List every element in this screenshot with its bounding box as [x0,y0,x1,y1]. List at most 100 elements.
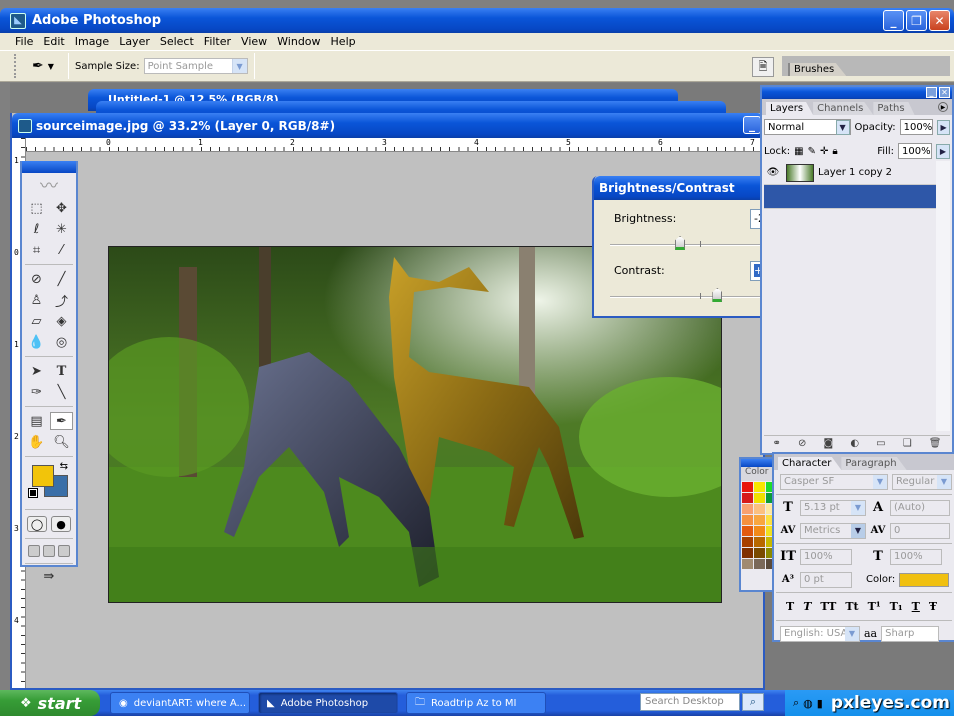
faux-italic-button[interactable]: T [803,600,811,613]
swatches-title-bar[interactable] [741,459,775,467]
panel-menu-icon[interactable]: ▶ [938,102,948,112]
quick-mask-button[interactable]: ● [51,516,71,532]
tracking-select[interactable]: 0 [890,522,950,539]
dodge-tool-icon[interactable]: ◎ [50,333,73,351]
brightness-slider-thumb[interactable] [675,236,686,250]
tab-character[interactable]: Character [778,457,842,470]
color-swatch[interactable] [754,504,765,514]
standard-mode-button[interactable]: ◯ [27,516,47,532]
default-colors-icon[interactable] [28,488,38,498]
healing-brush-tool-icon[interactable]: ⊘ [25,270,48,288]
color-swatch[interactable] [754,515,765,525]
trash-icon[interactable]: 🗑︎ [929,438,942,449]
layers-panel-title-bar[interactable]: _ ✕ [762,87,952,99]
menu-select[interactable]: Select [155,35,199,48]
document-title-bar[interactable]: sourceimage.jpg @ 33.2% (Layer 0, RGB/8#… [12,113,763,138]
standard-screen-mode-button[interactable] [28,545,40,557]
taskbar-item-folder[interactable]: 🗀 Roadtrip Az to MI [406,692,546,714]
tab-paths[interactable]: Paths [873,102,915,115]
paint-bucket-tool-icon[interactable]: ◈ [50,312,73,330]
horizontal-ruler[interactable]: 0 1 2 3 4 5 6 7 [26,138,763,152]
menu-file[interactable]: File [10,35,38,48]
blend-mode-select[interactable]: Normal ▼ [764,119,851,135]
small-caps-button[interactable]: Tt [845,600,858,613]
antialias-select[interactable]: Sharp [881,625,940,642]
options-bar-grip[interactable] [14,54,18,78]
sample-size-select[interactable]: Point Sample ▼ [143,58,248,74]
color-swatch[interactable] [754,559,765,569]
clone-stamp-tool-icon[interactable]: ♙ [25,291,48,309]
slice-tool-icon[interactable]: ⁄ [50,241,73,259]
full-screen-mode-button[interactable] [58,545,70,557]
layer-row-selected[interactable] [764,185,938,209]
font-family-select[interactable]: Casper SF ▼ [780,473,888,490]
eraser-tool-icon[interactable]: ▱ [25,312,48,330]
history-brush-tool-icon[interactable]: ⤴ [50,291,73,310]
layer-style-icon[interactable]: ⊘ [798,438,806,449]
search-icon[interactable]: ⌕ [742,693,764,711]
lock-transparency-icon[interactable]: ▦ [794,146,803,157]
menu-filter[interactable]: Filter [199,35,236,48]
start-button[interactable]: ❖ start [0,690,100,716]
tab-paragraph[interactable]: Paragraph [841,457,907,470]
panel-close-button[interactable]: ✕ [939,87,950,98]
color-swatch[interactable] [754,548,765,558]
lock-image-icon[interactable]: ✎ [808,146,816,157]
taskbar-item-browser[interactable]: ◉ deviantART: where A... [110,692,250,714]
adjustment-layer-icon[interactable]: ◐ [850,438,859,449]
file-browser-button[interactable]: 🗎 [752,57,774,77]
hand-tool-icon[interactable]: ✋ [25,433,48,451]
color-swatch[interactable] [754,482,765,492]
language-select[interactable]: English: USA ▼ [780,625,860,642]
text-color-swatch[interactable] [899,572,950,587]
superscript-button[interactable]: T¹ [868,600,881,613]
color-swatch[interactable] [742,559,753,569]
color-swatch[interactable] [742,493,753,503]
restore-button[interactable]: ❐ [906,10,927,31]
line-tool-icon[interactable]: ╲ [50,383,73,401]
minimize-button[interactable]: _ [883,10,904,31]
taskbar-item-photoshop[interactable]: ◣ Adobe Photoshop [258,692,398,714]
all-caps-button[interactable]: TT [820,600,836,613]
brush-tool-icon[interactable]: ╱ [50,270,73,288]
panel-minimize-button[interactable]: _ [926,87,937,98]
notes-tool-icon[interactable]: ▤ [25,412,48,430]
menu-image[interactable]: Image [70,35,114,48]
link-layers-icon[interactable]: ⚭ [773,438,781,449]
close-button[interactable]: ✕ [929,10,950,31]
brushes-tab[interactable]: Brushes [788,63,847,76]
opacity-slider-button[interactable]: ▶ [937,119,950,135]
layer-mask-icon[interactable]: ◙ [824,438,834,449]
vertical-scale-input[interactable]: 100% [800,548,852,565]
fill-input[interactable]: 100% [898,143,932,159]
color-swatch[interactable] [742,504,753,514]
tab-channels[interactable]: Channels [813,102,874,115]
menu-layer[interactable]: Layer [114,35,155,48]
color-swatch[interactable] [742,548,753,558]
search-tray-icon[interactable]: ⌕ [793,696,799,710]
leading-select[interactable]: (Auto) [890,499,950,516]
magic-wand-tool-icon[interactable]: ✳ [50,220,73,238]
color-swatch[interactable] [742,526,753,536]
color-swatch[interactable] [742,482,753,492]
blur-tool-icon[interactable]: 💧 [25,333,48,351]
menu-view[interactable]: View [236,35,272,48]
lasso-tool-icon[interactable]: ℓ [25,220,48,238]
kerning-select[interactable]: Metrics ▼ [800,522,866,539]
swap-colors-icon[interactable]: ⇆ [60,461,68,472]
network-tray-icon[interactable]: ◍ [803,697,813,710]
device-tray-icon[interactable]: ▮ [817,697,823,710]
tab-layers[interactable]: Layers [766,102,814,115]
feather-logo-icon[interactable]: 〰 [22,173,76,197]
full-screen-menu-mode-button[interactable] [43,545,55,557]
strikethrough-button[interactable]: Ŧ [929,600,937,613]
new-group-icon[interactable]: ▭ [876,438,885,449]
zoom-tool-icon[interactable]: 🔍︎ [50,433,73,451]
baseline-shift-input[interactable]: 0 pt [800,571,852,588]
path-selection-tool-icon[interactable]: ➤ [25,362,48,380]
horizontal-scale-input[interactable]: 100% [890,548,942,565]
document-minimize-button[interactable]: _ [743,116,761,134]
layer-row[interactable]: 👁︎ Layer 1 copy 2 [764,161,938,185]
menu-edit[interactable]: Edit [38,35,69,48]
tool-preset-picker[interactable]: ✒ ▼ [32,58,62,74]
